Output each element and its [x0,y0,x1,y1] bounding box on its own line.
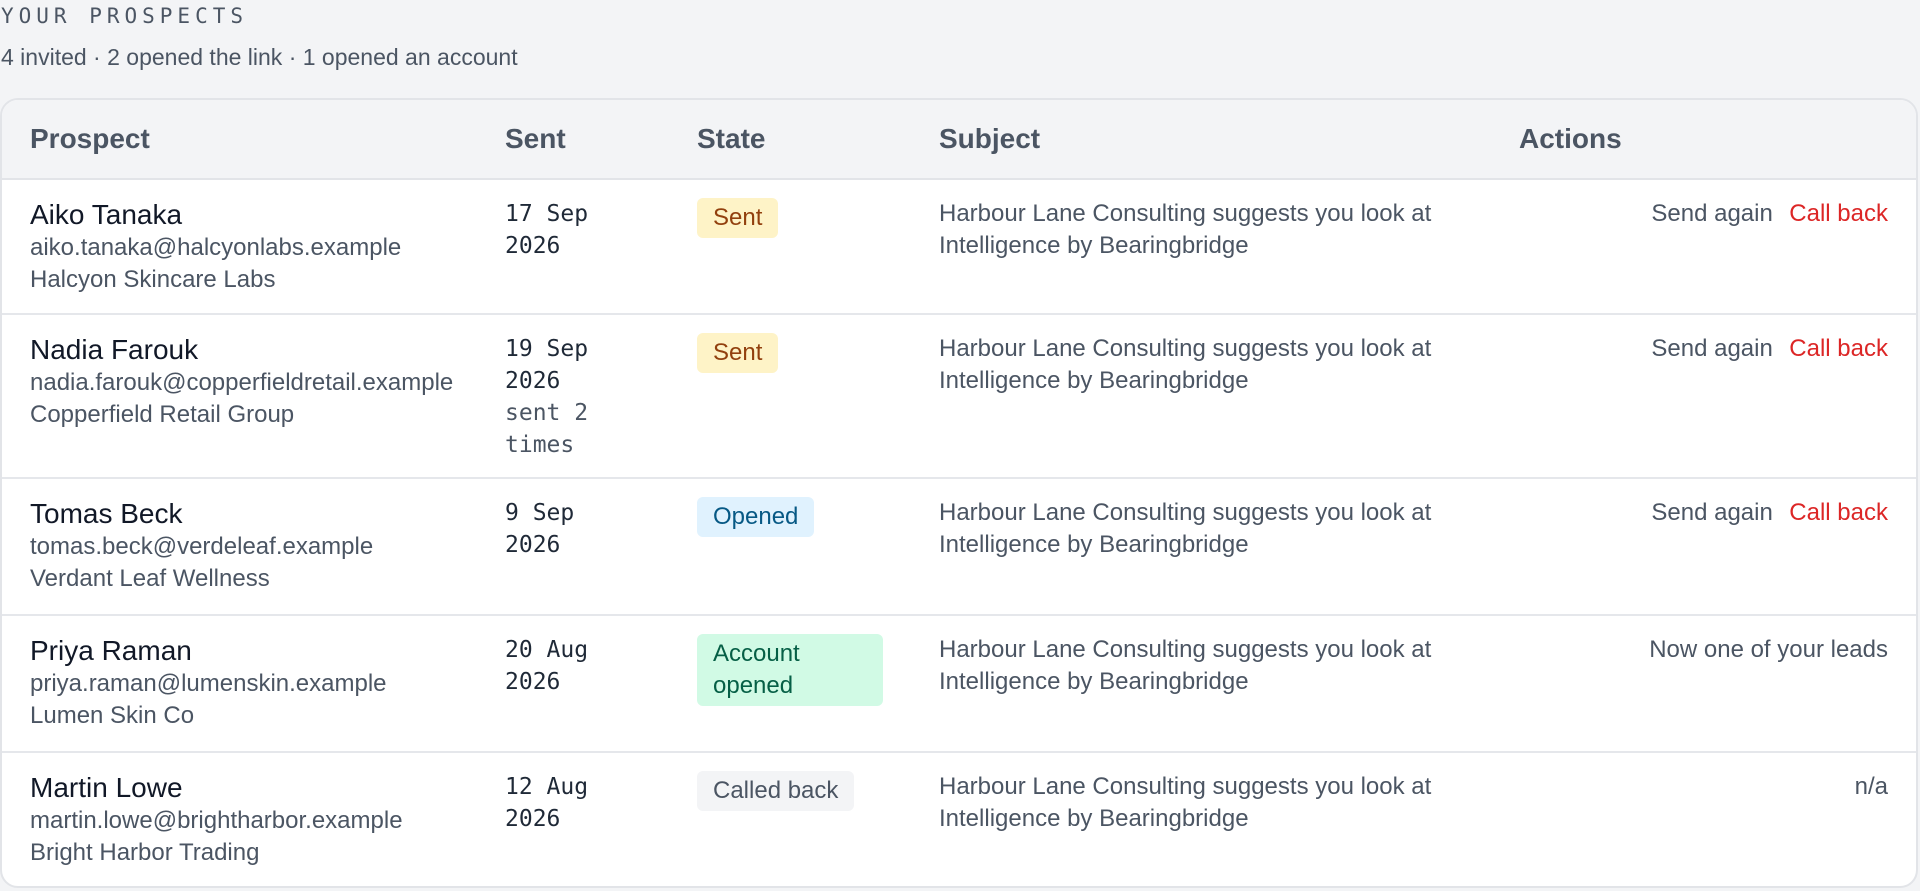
prospect-company: Halcyon Skincare Labs [30,266,276,293]
status-badge: Called back [697,771,855,811]
prospect-cell: Nadia Farouk nadia.farouk@copperfieldret… [2,314,505,478]
section-label: YOUR PROSPECTS [1,4,249,28]
call-back-button[interactable]: Call back [1789,200,1888,227]
subject-text: Harbour Lane Consulting suggests you loo… [939,499,1432,558]
actions-cell: Send again Call back [1519,179,1916,314]
prospect-email: nadia.farouk@copperfieldretail.example [30,369,454,396]
prospects-page: YOUR PROSPECTS 4 invited · 2 opened the … [0,0,1920,891]
column-header-actions: Actions [1519,123,1622,154]
prospect-email: martin.lowe@brightharbor.example [30,807,403,834]
column-header-subject: Subject [939,123,1041,154]
actions-cell: Send again Call back [1519,478,1916,615]
prospect-email: priya.raman@lumenskin.example [30,670,387,697]
prospect-company: Bright Harbor Trading [30,839,260,866]
subject-cell: Harbour Lane Consulting suggests you loo… [939,314,1519,478]
subject-text: Harbour Lane Consulting suggests you loo… [939,200,1432,259]
prospect-company: Copperfield Retail Group [30,401,295,428]
column-header-prospect: Prospect [30,123,150,154]
prospect-cell: Aiko Tanaka aiko.tanaka@halcyonlabs.exam… [2,179,505,314]
actions-cell: Now one of your leads [1519,615,1916,752]
sent-date: 20 Aug 2026 [505,637,589,695]
prospect-company: Lumen Skin Co [30,702,195,729]
state-cell: Sent [697,314,939,478]
send-again-button[interactable]: Send again [1651,200,1772,227]
prospects-table: Prospect Sent State Subject Actions Aiko… [2,100,1916,886]
prospect-name: Aiko Tanaka [30,199,183,230]
sent-date: 17 Sep 2026 [505,201,589,259]
subject-cell: Harbour Lane Consulting suggests you loo… [939,478,1519,615]
subject-cell: Harbour Lane Consulting suggests you loo… [939,615,1519,752]
table-row: Martin Lowe martin.lowe@brightharbor.exa… [2,752,1916,886]
table-header-row: Prospect Sent State Subject Actions [2,100,1916,179]
state-cell: Sent [697,179,939,314]
prospect-name: Martin Lowe [30,772,183,803]
prospect-email: aiko.tanaka@halcyonlabs.example [30,234,402,261]
sent-cell: 19 Sep 2026 sent 2 times [505,314,697,478]
table-row: Nadia Farouk nadia.farouk@copperfieldret… [2,314,1916,478]
sent-date: 12 Aug 2026 [505,774,589,832]
sent-count-note: sent 2 times [505,400,589,458]
na-text: n/a [1854,773,1888,800]
prospect-cell: Priya Raman priya.raman@lumenskin.exampl… [2,615,505,752]
subject-cell: Harbour Lane Consulting suggests you loo… [939,752,1519,886]
call-back-button[interactable]: Call back [1789,335,1888,362]
prospect-cell: Tomas Beck tomas.beck@verdeleaf.example … [2,478,505,615]
actions-cell: n/a [1519,752,1916,886]
sent-cell: 9 Sep 2026 [505,478,697,615]
prospect-company: Verdant Leaf Wellness [30,565,270,592]
subject-text: Harbour Lane Consulting suggests you loo… [939,636,1432,695]
sent-cell: 12 Aug 2026 [505,752,697,886]
lead-status-text: Now one of your leads [1649,636,1888,663]
status-badge: Opened [697,497,815,537]
subject-text: Harbour Lane Consulting suggests you loo… [939,335,1432,394]
actions-cell: Send again Call back [1519,314,1916,478]
status-badge: Sent [697,198,779,238]
column-header-state: State [697,123,766,154]
send-again-button[interactable]: Send again [1651,335,1772,362]
prospect-name: Tomas Beck [30,498,183,529]
sent-date: 19 Sep 2026 [505,336,589,394]
send-again-button[interactable]: Send again [1651,499,1772,526]
prospects-table-card: Prospect Sent State Subject Actions Aiko… [0,98,1918,888]
table-row: Priya Raman priya.raman@lumenskin.exampl… [2,615,1916,752]
prospect-name: Priya Raman [30,635,192,666]
prospect-email: tomas.beck@verdeleaf.example [30,533,374,560]
state-cell: Account opened [697,615,939,752]
subject-text: Harbour Lane Consulting suggests you loo… [939,773,1432,832]
state-cell: Opened [697,478,939,615]
prospects-summary: 4 invited · 2 opened the link · 1 opened… [1,44,518,70]
prospect-name: Nadia Farouk [30,334,199,365]
sent-cell: 17 Sep 2026 [505,179,697,314]
prospect-cell: Martin Lowe martin.lowe@brightharbor.exa… [2,752,505,886]
sent-date: 9 Sep 2026 [505,500,575,558]
table-row: Tomas Beck tomas.beck@verdeleaf.example … [2,478,1916,615]
column-header-sent: Sent [505,123,566,154]
status-badge: Sent [697,333,779,373]
table-row: Aiko Tanaka aiko.tanaka@halcyonlabs.exam… [2,179,1916,314]
subject-cell: Harbour Lane Consulting suggests you loo… [939,179,1519,314]
state-cell: Called back [697,752,939,886]
call-back-button[interactable]: Call back [1789,499,1888,526]
status-badge: Account opened [697,634,883,706]
sent-cell: 20 Aug 2026 [505,615,697,752]
